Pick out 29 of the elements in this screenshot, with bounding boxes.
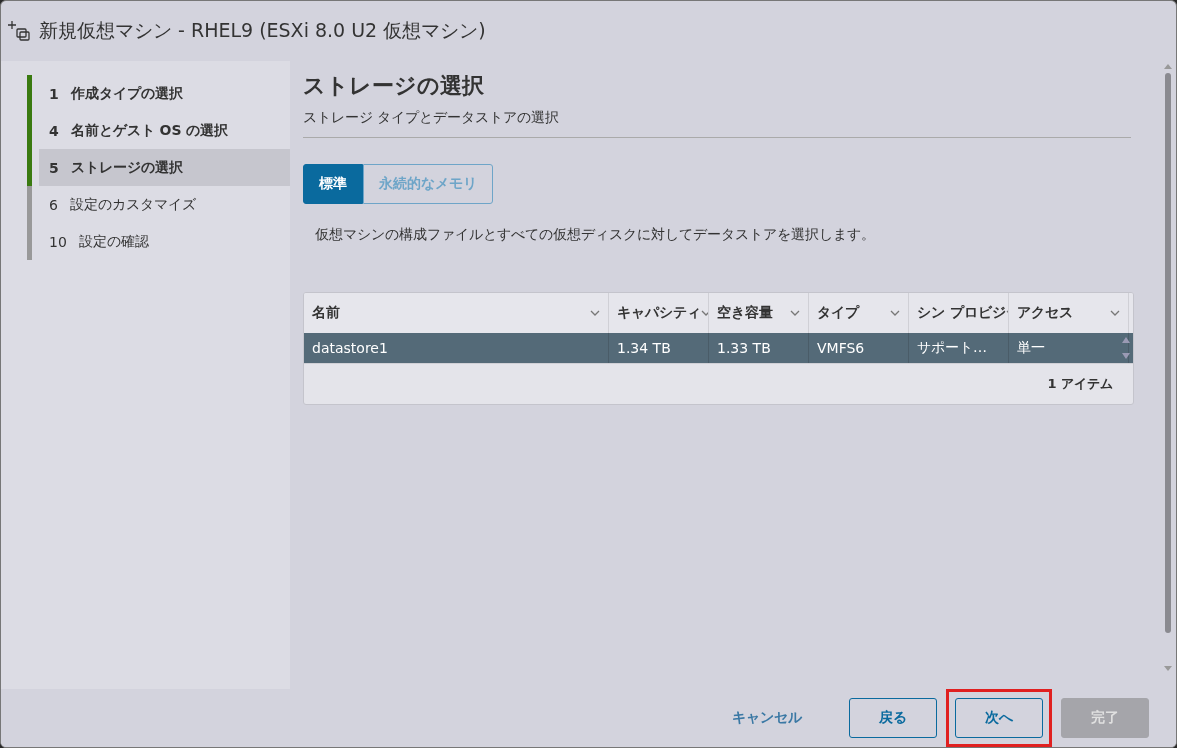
chevron-down-icon[interactable] bbox=[890, 310, 900, 316]
table-cell: 1.34 TB bbox=[609, 333, 709, 363]
storage-type-tab[interactable]: 標準 bbox=[303, 164, 363, 204]
table-cell: VMFS6 bbox=[809, 333, 909, 363]
chevron-down-icon[interactable] bbox=[590, 310, 600, 316]
description-text: 仮想マシンの構成ファイルとすべての仮想ディスクに対してデータストアを選択します。 bbox=[315, 226, 876, 244]
column-label: キャパシティ bbox=[617, 304, 701, 322]
wizard-step[interactable]: 6 設定のカスタマイズ bbox=[27, 186, 290, 223]
table-cell: datastore1 bbox=[304, 333, 609, 363]
wizard-step[interactable]: 10 設定の確認 bbox=[27, 223, 290, 260]
table-cell: サポート… bbox=[909, 333, 1009, 363]
page-title: ストレージの選択 bbox=[303, 72, 485, 100]
column-label: 空き容量 bbox=[717, 304, 773, 322]
column-label: シン プロビジ bbox=[917, 304, 1006, 322]
table-row[interactable]: datastore1 1.34 TB 1.33 TB VMFS6 サポート… 単一 bbox=[304, 333, 1133, 363]
new-vm-icon bbox=[7, 20, 31, 42]
page-subtitle: ストレージ タイプとデータストアの選択 bbox=[303, 109, 1131, 138]
wizard-button[interactable]: 戻る bbox=[849, 698, 937, 738]
table-cell: 1.33 TB bbox=[709, 333, 809, 363]
wizard-button[interactable]: 次へ bbox=[955, 698, 1043, 738]
item-count: 1 アイテム bbox=[304, 363, 1133, 404]
chevron-down-icon[interactable] bbox=[701, 310, 708, 316]
column-label: 名前 bbox=[312, 304, 340, 322]
chevron-down-icon[interactable] bbox=[1110, 310, 1120, 316]
window-title: 新規仮想マシン - RHEL9 (ESXi 8.0 U2 仮想マシン) bbox=[39, 18, 486, 43]
chevron-down-icon[interactable] bbox=[790, 310, 800, 316]
column-label: アクセス bbox=[1017, 304, 1073, 322]
column-label: タイプ bbox=[817, 304, 859, 322]
wizard-step[interactable]: 1 作成タイプの選択 bbox=[27, 75, 290, 112]
